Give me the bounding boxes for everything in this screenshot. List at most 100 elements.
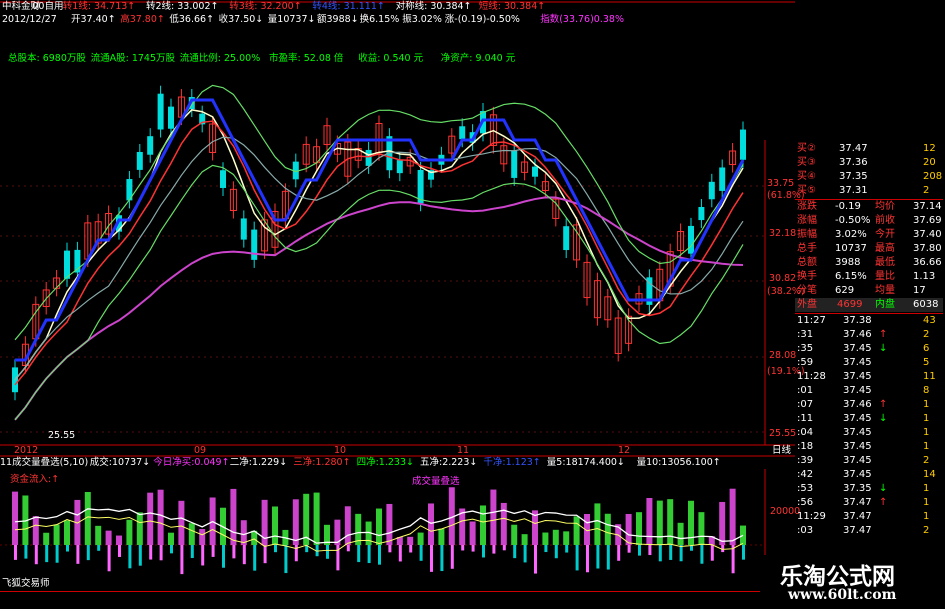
volume-bar — [136, 512, 143, 545]
volume-bar — [542, 532, 549, 545]
net-flow-bar — [159, 545, 163, 561]
price-label-3082: 30.82 — [769, 273, 797, 284]
stat-value-2: 36.66 — [913, 257, 942, 268]
tick-time: 11:29 — [797, 511, 826, 522]
header-line2-item: 振3.02% — [402, 14, 442, 25]
net-flow-bar — [367, 545, 371, 564]
volume-bar — [480, 505, 486, 545]
net-flow-bar — [180, 545, 184, 575]
volume-bar — [64, 520, 70, 545]
volume-bar — [573, 516, 580, 545]
tick-time: :31 — [797, 329, 814, 340]
net-flow-bar — [409, 545, 413, 553]
date-label-2012: 2012 — [14, 445, 39, 456]
net-flow-bar — [232, 545, 236, 559]
indicator-bar-item: 11成交量叠选(5,10) — [0, 457, 89, 468]
tick-time: 11:28 — [797, 371, 826, 382]
net-flow-bar — [398, 545, 402, 562]
header-line1-item: 转2线: 33.002↑ — [146, 1, 219, 12]
net-flow-bar — [482, 545, 485, 558]
net-flow-bar — [586, 545, 589, 573]
bottom-border — [0, 591, 760, 592]
order-label: 买③ — [797, 157, 816, 168]
low-price-label: 25.55 — [48, 430, 76, 441]
candle-body-down — [459, 126, 466, 140]
net-flow-bar — [461, 545, 465, 551]
header-line2-item: 开37.40↑ — [71, 14, 116, 25]
quote-stat-row: 涨跌 -0.19 均价 37.14 — [795, 200, 943, 214]
order-price: 37.47 — [839, 143, 868, 154]
tick-row: :35 37.45 ↓ 6 — [795, 342, 943, 356]
tick-row: :42 37.45 14 — [795, 468, 943, 482]
tick-price: 37.45 — [843, 371, 872, 382]
net-flow-bar — [34, 545, 38, 565]
volume-bar — [500, 502, 507, 545]
tick-row: :04 37.45 1 — [795, 426, 943, 440]
price-label-3218: 32.18 — [769, 228, 797, 239]
outer-label: 外盘 — [797, 299, 817, 310]
volume-bar — [147, 492, 154, 545]
order-label: 买⑤ — [797, 185, 816, 196]
volume-bar — [469, 521, 476, 545]
tick-volume: 1 — [923, 413, 930, 424]
net-flow-bar — [596, 545, 600, 569]
volume-bar — [32, 516, 39, 545]
tick-time: :18 — [797, 441, 814, 452]
net-flow-bar — [679, 545, 683, 562]
stock-info-item: 总股本: 6980万股 — [8, 53, 86, 64]
tick-time: 11:27 — [797, 315, 826, 326]
volume-bar — [386, 503, 393, 545]
header-line2-item: 量10737↓ — [267, 14, 316, 25]
net-flow-bar — [284, 545, 288, 574]
tick-volume: 14 — [923, 469, 936, 480]
header-line1-item: 对称线: 30.384↑ — [395, 1, 472, 12]
net-flow-bar — [606, 545, 610, 570]
watermark: 乐淘公式网 www.60lt.com — [760, 555, 945, 609]
volume-bar — [552, 529, 559, 545]
stat-label: 换手 — [797, 271, 817, 282]
volume-bar — [646, 497, 653, 545]
net-flow-bar — [97, 545, 101, 551]
stat-value: 3.02% — [835, 229, 867, 240]
quote-panel: 买② 37.47 12 买③ 37.36 20 买④ 37.35 208 买⑤ 37.31 2 涨跌 -0… — [795, 140, 945, 560]
net-flow-bar — [648, 545, 652, 556]
stock-info-item: 净资产: 9.040 元 — [440, 53, 516, 64]
indicator-bar-item: 今日净买:0.049↑ — [153, 457, 230, 468]
day-period-label[interactable]: 日线 — [772, 445, 791, 457]
volume-bar — [376, 508, 382, 545]
net-flow-bar — [263, 545, 267, 564]
tick-arrow: ↑ — [879, 497, 888, 508]
net-flow-bar — [274, 545, 277, 553]
tick-price: 37.47 — [843, 511, 872, 522]
indicator-bar-item: 三净:1.280↑ — [293, 457, 351, 468]
header-line2-item: 涨-(0.19)-0.50% — [444, 14, 520, 25]
tick-volume: 1 — [923, 497, 930, 508]
volume-bar — [636, 512, 642, 545]
date-label-12: 12 — [618, 445, 631, 456]
indicator-bar-item: 量5:18174.400↓ — [546, 457, 625, 468]
candle-body-down — [396, 160, 403, 174]
candle-body-down — [688, 225, 694, 254]
net-flow-bar — [76, 545, 80, 564]
software-brand-label: 飞狐交易师 — [2, 578, 50, 589]
header-line2-item: 收37.50↓ — [218, 14, 264, 25]
price-chart[interactable] — [0, 0, 795, 457]
order-volume: 20 — [923, 157, 936, 168]
price-label-2555: 25.55 — [769, 428, 797, 439]
volume-bar — [272, 506, 278, 545]
volume-indicator-chart[interactable] — [0, 469, 795, 579]
order-book-row: 买④ 37.35 208 — [795, 170, 943, 184]
tick-volume: 1 — [923, 511, 930, 522]
tick-volume: 1 — [923, 399, 930, 410]
stat-value-2: 37.69 — [913, 215, 942, 226]
net-flow-bar — [554, 545, 558, 559]
volume-bar — [729, 488, 736, 545]
stat-value: 629 — [835, 285, 855, 296]
stat-value: -0.19 — [835, 201, 861, 212]
stat-label: 振幅 — [797, 229, 817, 240]
net-flow-bar — [492, 545, 496, 554]
volume-bar — [240, 520, 247, 545]
volume-bar — [698, 512, 705, 545]
indicator-bar-item: 二净:1.229↓ — [229, 457, 288, 468]
net-flow-bar — [211, 545, 215, 557]
